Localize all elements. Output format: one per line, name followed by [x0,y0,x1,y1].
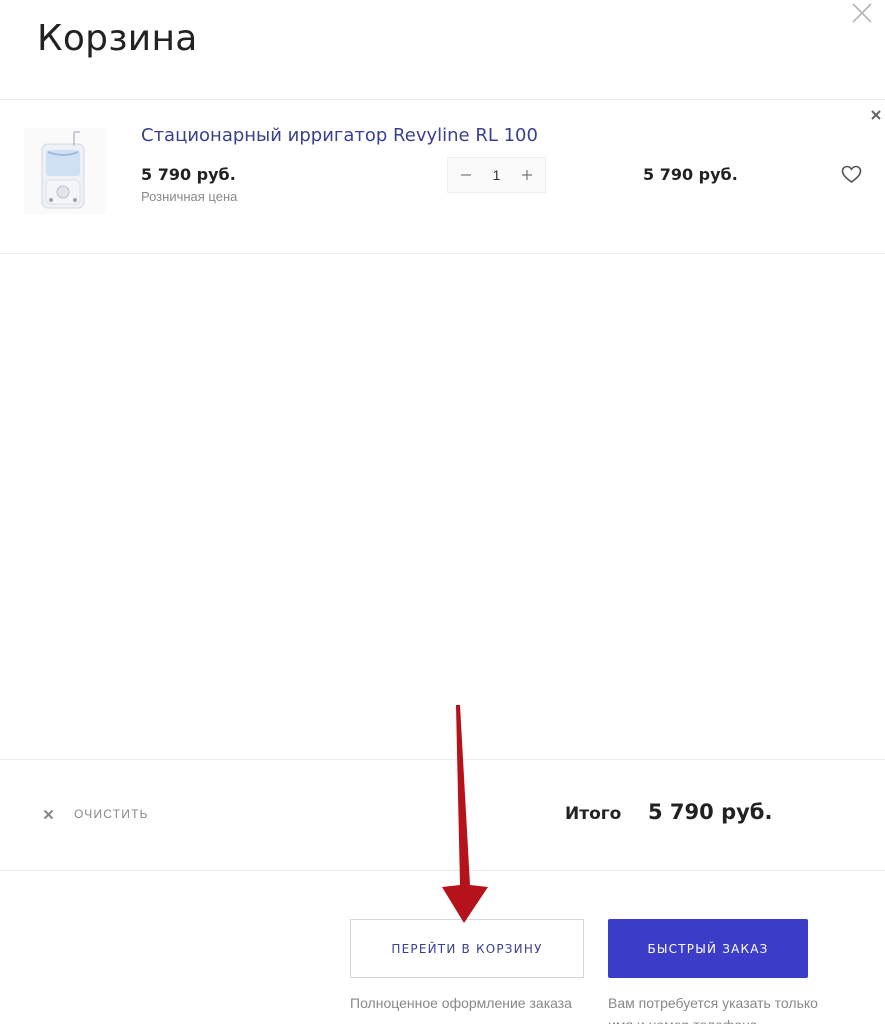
annotation-arrow-icon [442,705,488,923]
product-image[interactable] [24,128,106,214]
page-title: Корзина [37,18,198,59]
go-to-cart-button[interactable]: ПЕРЕЙТИ В КОРЗИНУ [350,919,584,978]
item-total-price: 5 790 руб. [643,165,738,184]
unit-price: 5 790 руб. [141,165,236,184]
clear-cart-button[interactable]: ОЧИСТИТЬ [43,807,149,821]
product-name-link[interactable]: Стационарный ирригатор Revyline RL 100 [141,125,538,146]
total-value: 5 790 руб. [648,800,773,824]
cart-panel: Корзина Стационарный ирригатор Revyline … [0,0,885,1024]
quick-order-note: Вам потребуется указать только имя и ном… [608,995,818,1024]
clear-cart-label: ОЧИСТИТЬ [74,807,149,821]
quantity-stepper: 1 [447,157,546,193]
price-type-label: Розничная цена [141,189,238,204]
go-to-cart-note: Полноценное оформление заказа [350,995,572,1011]
clear-icon [43,809,54,819]
minus-icon[interactable] [456,165,476,185]
close-icon[interactable] [851,2,873,24]
divider [0,253,885,254]
total-label: Итого [565,804,622,824]
remove-item-icon[interactable] [869,108,883,122]
cart-item: Стационарный ирригатор Revyline RL 100 5… [0,100,885,253]
quantity-value[interactable]: 1 [482,167,512,183]
plus-icon[interactable] [517,165,537,185]
heart-icon[interactable] [841,165,862,184]
quick-order-button[interactable]: БЫСТРЫЙ ЗАКАЗ [608,919,808,978]
